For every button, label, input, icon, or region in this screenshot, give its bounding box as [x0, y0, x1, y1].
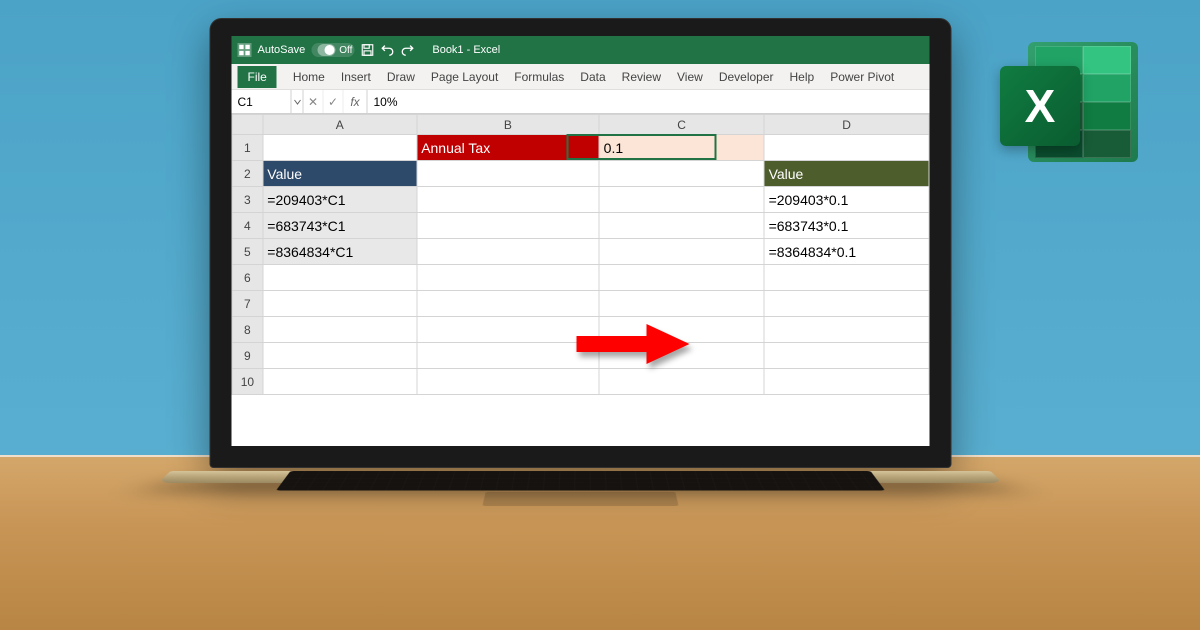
cell[interactable]: =683743*C1 [263, 213, 417, 239]
autosave-state: Off [339, 45, 352, 56]
document-title: Book1 - Excel [432, 44, 500, 56]
cell[interactable]: =8364834*C1 [263, 239, 417, 265]
cell[interactable]: Value [263, 161, 417, 187]
tab-formulas[interactable]: Formulas [514, 70, 564, 84]
row-header[interactable]: 3 [232, 187, 263, 213]
namebox-dropdown-icon[interactable] [292, 90, 304, 113]
cell[interactable] [263, 135, 417, 161]
cell[interactable] [764, 317, 929, 343]
cell[interactable] [417, 369, 599, 395]
name-box[interactable]: C1 [232, 90, 292, 113]
cell[interactable] [599, 265, 764, 291]
laptop-base [158, 471, 1003, 483]
row-header[interactable]: 9 [232, 343, 263, 369]
cell[interactable] [263, 317, 417, 343]
cell[interactable] [599, 161, 764, 187]
title-bar: AutoSave Off Book1 - Excel [232, 36, 930, 64]
cell[interactable] [599, 291, 764, 317]
col-header-d[interactable]: D [764, 115, 929, 135]
col-header-a[interactable]: A [263, 115, 417, 135]
row-header[interactable]: 1 [232, 135, 263, 161]
row-header[interactable]: 6 [232, 265, 263, 291]
cell[interactable] [599, 213, 764, 239]
cell[interactable]: =209403*0.1 [764, 187, 929, 213]
tab-developer[interactable]: Developer [719, 70, 774, 84]
cell[interactable]: Annual Tax [417, 135, 599, 161]
cell[interactable] [764, 265, 929, 291]
tab-help[interactable]: Help [790, 70, 815, 84]
app-icon [238, 43, 252, 57]
cell[interactable] [263, 291, 417, 317]
col-header-b[interactable]: B [417, 115, 599, 135]
cell[interactable] [263, 265, 417, 291]
tab-page-layout[interactable]: Page Layout [431, 70, 498, 84]
tab-review[interactable]: Review [622, 70, 661, 84]
cell[interactable] [599, 187, 764, 213]
row-header[interactable]: 4 [232, 213, 263, 239]
row-header[interactable]: 5 [232, 239, 263, 265]
cell[interactable] [764, 369, 929, 395]
autosave-toggle[interactable]: Off [311, 43, 354, 57]
cell[interactable]: =8364834*0.1 [764, 239, 929, 265]
accept-formula-icon[interactable]: ✓ [324, 90, 344, 113]
tab-power-pivot[interactable]: Power Pivot [830, 70, 894, 84]
formula-bar: C1 ✕ ✓ fx 10% [232, 90, 930, 114]
cell[interactable] [417, 161, 599, 187]
cell[interactable] [764, 291, 929, 317]
cancel-formula-icon[interactable]: ✕ [304, 90, 324, 113]
tab-insert[interactable]: Insert [341, 70, 371, 84]
save-icon[interactable] [360, 43, 374, 57]
spreadsheet-grid[interactable]: A B C D 1 Annual Tax 0.1 [232, 114, 930, 395]
laptop-keyboard [276, 471, 885, 490]
row-header[interactable]: 8 [232, 317, 263, 343]
excel-logo: X [990, 24, 1140, 174]
undo-icon[interactable] [380, 43, 394, 57]
cell[interactable] [263, 343, 417, 369]
cell[interactable] [417, 187, 599, 213]
cell[interactable] [417, 291, 599, 317]
cell[interactable] [263, 369, 417, 395]
select-all-corner[interactable] [232, 115, 263, 135]
excel-window: AutoSave Off Book1 - Excel File [232, 36, 930, 446]
laptop: AutoSave Off Book1 - Excel File [210, 18, 991, 509]
laptop-screen-bezel: AutoSave Off Book1 - Excel File [210, 18, 952, 468]
formula-input[interactable]: 10% [368, 90, 930, 113]
cell[interactable] [417, 213, 599, 239]
tab-view[interactable]: View [677, 70, 703, 84]
tab-file[interactable]: File [238, 66, 277, 88]
cell[interactable]: Value [764, 161, 929, 187]
cell[interactable] [417, 265, 599, 291]
cell[interactable] [599, 369, 764, 395]
autosave-label: AutoSave [258, 44, 306, 56]
cell[interactable] [417, 239, 599, 265]
cell-selected[interactable]: 0.1 [599, 135, 764, 161]
cell[interactable] [764, 343, 929, 369]
excel-logo-letter: X [1000, 66, 1080, 146]
fx-icon[interactable]: fx [344, 90, 368, 113]
cell[interactable]: =209403*C1 [263, 187, 417, 213]
row-header[interactable]: 7 [232, 291, 263, 317]
ribbon-tabs: File Home Insert Draw Page Layout Formul… [232, 64, 930, 90]
tab-data[interactable]: Data [580, 70, 605, 84]
cell[interactable]: =683743*0.1 [764, 213, 929, 239]
arrow-icon [572, 320, 692, 368]
tab-home[interactable]: Home [293, 70, 325, 84]
col-header-c[interactable]: C [599, 115, 764, 135]
tab-draw[interactable]: Draw [387, 70, 415, 84]
cell[interactable] [764, 135, 929, 161]
redo-icon[interactable] [400, 43, 414, 57]
row-header[interactable]: 2 [232, 161, 263, 187]
cell[interactable] [599, 239, 764, 265]
row-header[interactable]: 10 [232, 369, 263, 395]
laptop-trackpad [482, 492, 678, 506]
